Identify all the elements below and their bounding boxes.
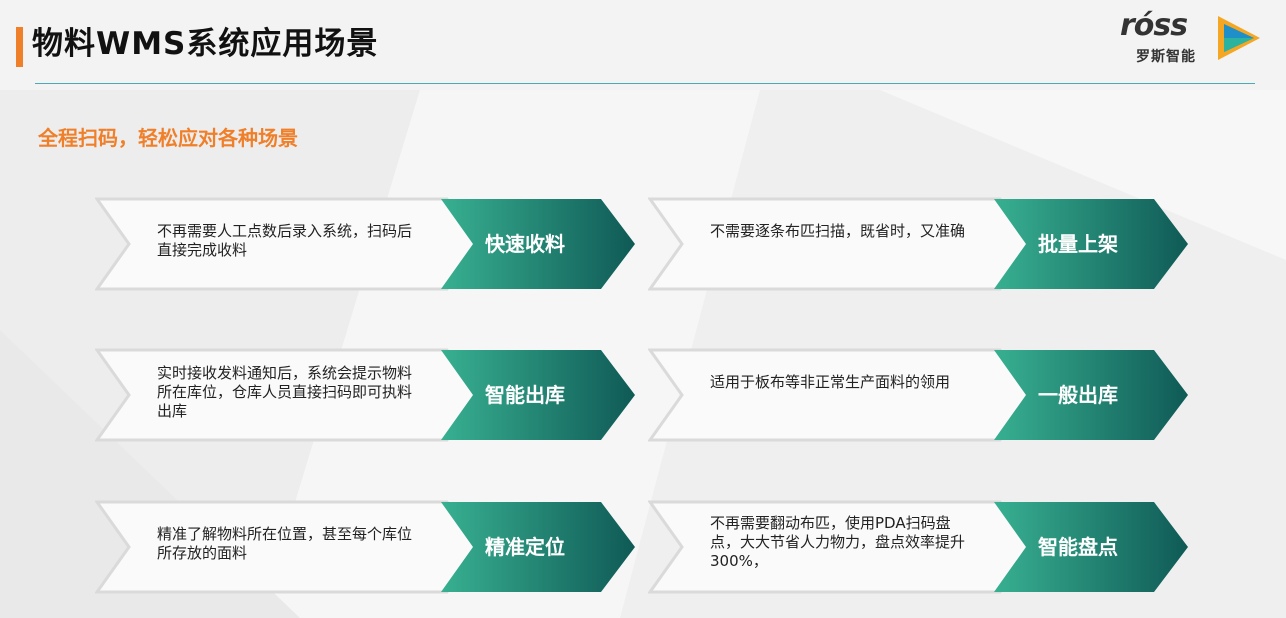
card-description: 精准了解物料所在位置，甚至每个库位所存放的面料 <box>157 525 413 562</box>
scenario-card: 实时接收发料通知后，系统会提示物料所在库位，仓库人员直接扫码即可执料出库 智能出… <box>95 348 640 443</box>
card-label: 一般出库 <box>1038 383 1118 407</box>
card-label: 快速收料 <box>485 232 565 256</box>
scenario-card: 精准了解物料所在位置，甚至每个库位所存放的面料 精准定位 <box>95 500 640 595</box>
scenario-card: 不再需要人工点数后录入系统，扫码后直接完成收料 快速收料 <box>95 197 640 292</box>
logo-wordmark: róss <box>1120 8 1188 43</box>
card-description: 不再需要人工点数后录入系统，扫码后直接完成收料 <box>157 222 413 259</box>
ross-logo: róss 罗斯智能 <box>1118 8 1268 68</box>
title-accent-bar <box>16 27 23 67</box>
card-description: 实时接收发料通知后，系统会提示物料所在库位，仓库人员直接扫码即可执料出库 <box>157 364 413 420</box>
scenario-card: 不需要逐条布匹扫描，既省时，又准确 批量上架 <box>648 197 1193 292</box>
scenario-card: 适用于板布等非正常生产面料的领用 一般出库 <box>648 348 1193 443</box>
card-description: 不需要逐条布匹扫描，既省时，又准确 <box>710 222 966 240</box>
scenario-card: 不再需要翻动布匹，使用PDA扫码盘点，大大节省人力物力，盘点效率提升300%， … <box>648 500 1193 595</box>
card-description: 适用于板布等非正常生产面料的领用 <box>710 373 951 391</box>
card-label: 批量上架 <box>1038 232 1118 256</box>
header-divider <box>35 83 1255 84</box>
card-label: 精准定位 <box>485 535 565 559</box>
card-label: 智能盘点 <box>1038 535 1118 559</box>
page-title: 物料WMS系统应用场景 <box>32 26 379 62</box>
logo-play-icon <box>1218 16 1260 60</box>
logo-chinese: 罗斯智能 <box>1136 49 1196 65</box>
section-subtitle: 全程扫码，轻松应对各种场景 <box>38 126 298 150</box>
card-label: 智能出库 <box>485 383 565 407</box>
card-description: 不再需要翻动布匹，使用PDA扫码盘点，大大节省人力物力，盘点效率提升300%， <box>710 514 966 570</box>
